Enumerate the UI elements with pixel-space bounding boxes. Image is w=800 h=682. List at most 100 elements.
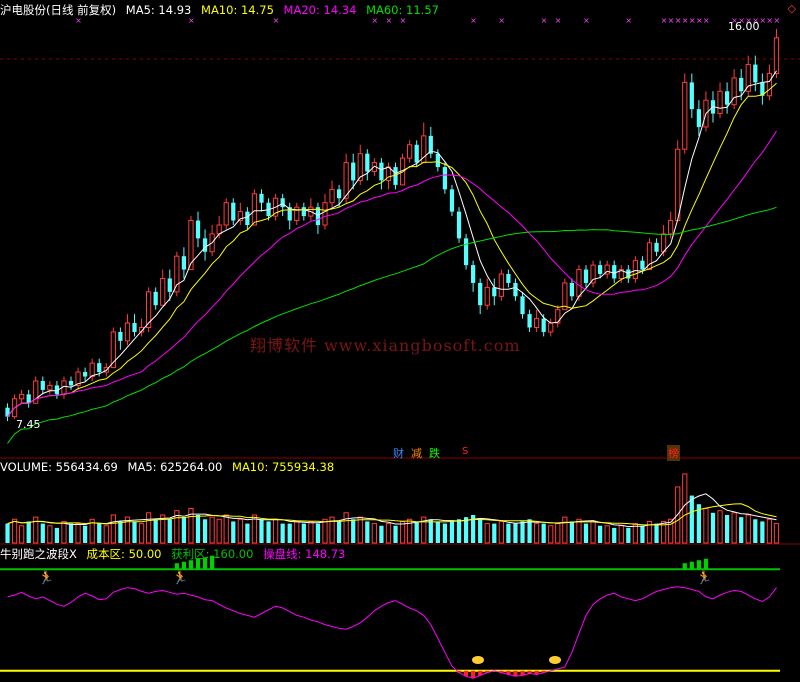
volume-bar — [336, 521, 342, 543]
volume-bar — [237, 518, 243, 544]
candle-body — [590, 264, 596, 284]
volume-bar — [520, 521, 525, 543]
profit-zone-readout: 获利区: 160.00 — [171, 547, 254, 561]
bull-icon — [549, 656, 561, 664]
volume-bar — [322, 518, 328, 544]
candle-body — [569, 282, 575, 297]
candle-body — [689, 82, 694, 110]
volume-bar — [266, 521, 271, 543]
runner-icon: 🏃 — [172, 570, 188, 586]
candle-body — [379, 162, 384, 181]
candle-body — [731, 77, 737, 106]
volume-bar — [245, 523, 250, 543]
volume-bar — [26, 521, 31, 543]
candle-body — [89, 362, 95, 378]
candle-body — [68, 380, 74, 386]
volume-bar — [597, 525, 603, 543]
event-tag-s[interactable]: S — [462, 446, 468, 457]
volume-bar — [414, 521, 419, 543]
candle-body — [583, 269, 589, 283]
volume-bar — [766, 518, 773, 544]
event-tag-cai[interactable]: 财 — [393, 445, 404, 461]
runner-icon: 🏃 — [38, 570, 54, 586]
volume-bar — [138, 523, 145, 544]
volume-bar — [435, 521, 440, 543]
volume-bar — [562, 516, 568, 544]
candle-body — [449, 189, 455, 212]
candle-body — [414, 144, 419, 163]
volume-bar — [301, 523, 306, 543]
candle-body — [541, 318, 546, 332]
signal-x-mark: × — [689, 16, 696, 25]
candle-body — [456, 211, 462, 239]
candle-body — [478, 282, 483, 306]
candle-body — [365, 153, 370, 172]
signal-x-mark: × — [625, 16, 632, 25]
diamond-icon[interactable]: ◇ — [788, 2, 796, 15]
volume-bar — [527, 519, 532, 543]
volume-bar — [231, 521, 236, 543]
signal-x-mark: × — [675, 16, 682, 25]
candle-body — [724, 91, 730, 105]
volume-bar — [216, 518, 222, 544]
volume-bar — [498, 520, 504, 544]
volume-bar — [153, 519, 158, 543]
volume-bar — [351, 519, 356, 543]
volume-bar — [548, 525, 554, 544]
volume-bar — [103, 525, 109, 544]
candle-body — [351, 162, 356, 181]
candle-body — [47, 384, 53, 391]
cost-zone-readout: 成本区: 50.00 — [86, 547, 162, 561]
candle-body — [245, 211, 250, 225]
volume-bar — [68, 523, 74, 543]
event-tag-jian[interactable]: 减 — [411, 445, 422, 461]
high-price-label: 16.00 — [728, 20, 760, 33]
volume-bar — [118, 521, 123, 543]
candle-body — [251, 193, 258, 226]
signal-x-mark: × — [696, 16, 703, 25]
signal-x-mark: × — [498, 16, 505, 25]
candle-body — [484, 286, 490, 306]
candle-body — [223, 202, 229, 226]
runner-icon: 🏃 — [696, 570, 712, 586]
profit-zone-bar — [682, 563, 687, 570]
volume-bar — [110, 514, 116, 544]
volume-bar — [626, 527, 631, 543]
candle-body — [160, 277, 166, 306]
volume-bar — [618, 525, 624, 544]
volume-bar — [760, 521, 765, 543]
candle-body — [83, 372, 88, 377]
candle-body — [167, 278, 172, 292]
candle-body — [118, 331, 123, 341]
ma10-readout: MA10: 14.75 — [201, 3, 274, 17]
volume-bar — [513, 523, 518, 543]
volume-bar — [54, 527, 60, 543]
volume-bar — [209, 516, 215, 544]
signal-x-mark: × — [703, 16, 710, 25]
event-tag-bang[interactable]: 榜 — [667, 445, 680, 461]
volume-bar — [259, 519, 264, 543]
profit-zone-bar — [689, 561, 694, 570]
volume-bar — [541, 523, 546, 543]
candle-body — [696, 109, 701, 127]
volume-bar — [449, 521, 455, 543]
volume-bar — [202, 519, 208, 543]
candle-body — [640, 260, 645, 270]
volume-bar — [745, 514, 751, 544]
volume-readout: VOLUME: 556434.69 — [0, 460, 118, 474]
volume-bar — [11, 518, 18, 544]
candle-body — [675, 148, 681, 222]
event-tag-die[interactable]: 跌 — [429, 445, 440, 461]
signal-x-mark: × — [583, 16, 590, 25]
volume-bar — [40, 523, 45, 543]
volume-bar — [146, 512, 152, 544]
volume-bar — [534, 523, 540, 544]
chart-window[interactable]: × × × × × × × × × × × × × × × × × × × × × × × × × × 🏃 🏃 🏃 沪电股份(日线 前… — [0, 0, 800, 682]
volume-bar — [19, 525, 25, 544]
volume-bar — [569, 521, 575, 543]
volume-bar — [773, 523, 780, 544]
volume-bar — [478, 519, 483, 543]
candle-body — [442, 167, 448, 190]
candle-body — [527, 314, 532, 328]
signal-x-mark: × — [541, 16, 548, 25]
